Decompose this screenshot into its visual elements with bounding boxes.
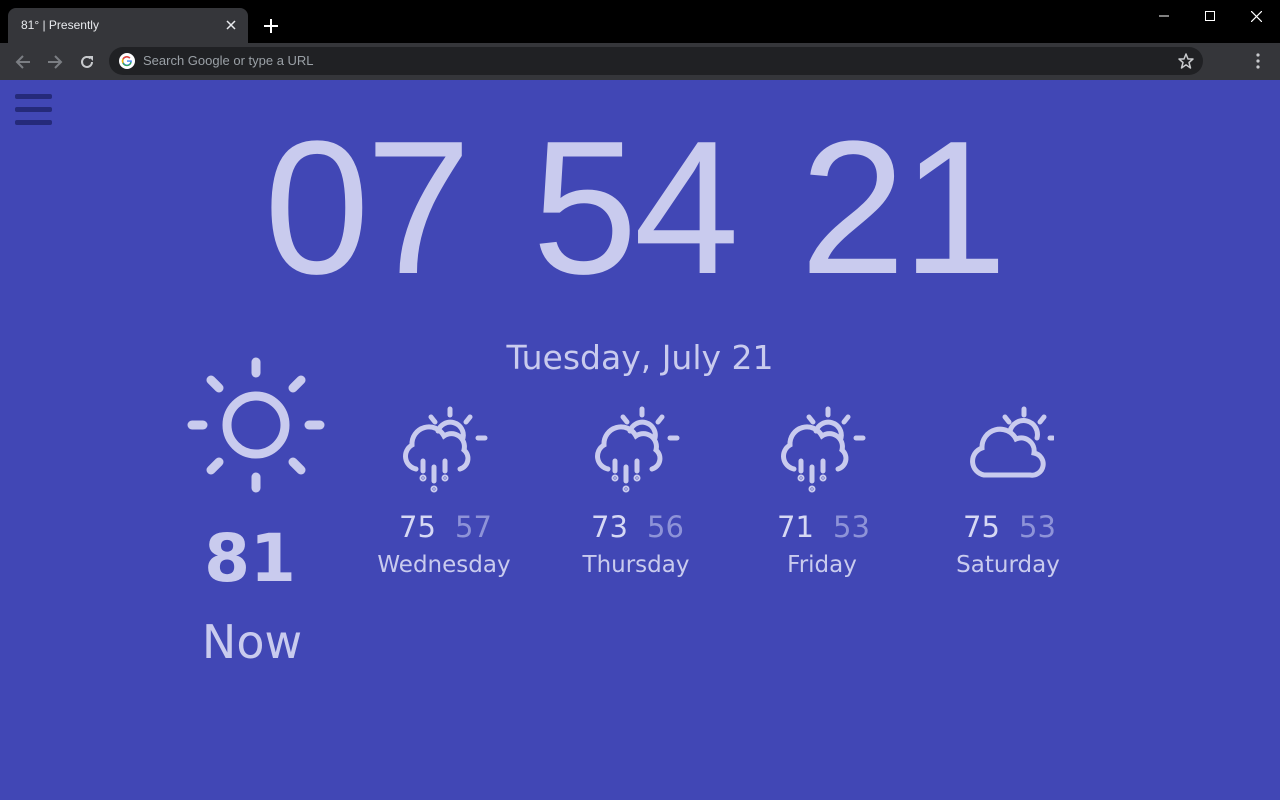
google-icon <box>119 53 135 69</box>
browser-menu-icon[interactable] <box>1248 51 1268 71</box>
back-arrow-icon[interactable] <box>10 49 36 75</box>
forecast-day-name: Friday <box>787 552 857 578</box>
sun-icon <box>187 357 325 493</box>
clock: 07 54 21 <box>0 108 1280 308</box>
omnibox[interactable]: Search Google or type a URL <box>109 47 1203 75</box>
forecast-day-name: Saturday <box>956 552 1060 578</box>
partly-cloudy-icon <box>970 406 1054 478</box>
rain-partly-sunny-icon <box>403 406 488 493</box>
forecast-temps: 75 53 <box>918 510 1098 544</box>
tab-title: 81° | Presently <box>21 18 99 32</box>
presently-page: 07 54 21 Tuesday, July 21 81 Now 75 57 W… <box>0 80 1280 800</box>
current-temperature: 81 <box>204 520 296 597</box>
forward-arrow-icon[interactable] <box>42 49 68 75</box>
forecast-low: 53 <box>1019 510 1056 544</box>
rain-partly-sunny-icon <box>595 406 680 493</box>
clock-hours: 07 <box>264 102 471 314</box>
rain-partly-sunny-icon <box>781 406 866 493</box>
tab-close-icon[interactable] <box>222 16 240 34</box>
reload-icon[interactable] <box>74 49 100 75</box>
forecast-low: 56 <box>647 510 684 544</box>
maximize-icon[interactable] <box>1187 0 1233 32</box>
new-tab-icon[interactable] <box>261 16 281 36</box>
forecast-temps: 75 57 <box>354 510 534 544</box>
forecast-low: 57 <box>455 510 492 544</box>
bookmark-star-icon[interactable] <box>1177 52 1195 70</box>
clock-seconds: 21 <box>800 102 1007 314</box>
browser-tab[interactable]: 81° | Presently <box>8 8 248 43</box>
forecast-temps: 71 53 <box>732 510 912 544</box>
browser-toolbar: Search Google or type a URL <box>0 43 1280 80</box>
forecast-low: 53 <box>833 510 870 544</box>
forecast-high: 73 <box>591 510 628 544</box>
clock-minutes: 54 <box>532 102 739 314</box>
browser-titlebar: 81° | Presently <box>0 0 1280 43</box>
minimize-icon[interactable] <box>1141 0 1187 32</box>
forecast-high: 71 <box>777 510 814 544</box>
close-window-icon[interactable] <box>1233 0 1279 32</box>
forecast-day-name: Wednesday <box>377 552 511 578</box>
omnibox-placeholder: Search Google or type a URL <box>143 53 314 68</box>
forecast-temps: 73 56 <box>546 510 726 544</box>
forecast-high: 75 <box>399 510 436 544</box>
current-label: Now <box>201 615 303 669</box>
forecast-high: 75 <box>963 510 1000 544</box>
forecast-day-name: Thursday <box>582 552 690 578</box>
